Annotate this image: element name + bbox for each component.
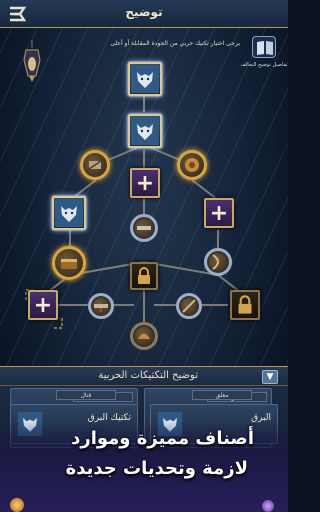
axe-item-icon [182,299,196,313]
sword-item-icon [94,304,108,312]
tactics-panel-title: توضيح التكتيكات الحربية [98,370,198,381]
gem-icon [262,500,274,512]
tactic-node-5[interactable] [177,150,207,180]
tactic-node-plus-1[interactable]: + [130,168,160,198]
tactic-node-plus-2[interactable]: + [204,198,234,228]
lock-icon [138,267,150,284]
tactic-node-locked-2[interactable] [230,290,260,320]
card-status-badge: قتال [56,390,116,400]
card-status-badge: مغلق [192,390,252,400]
collapse-button[interactable]: ▼ [262,370,278,384]
plus-icon: + [33,293,53,318]
chest-item-icon [61,259,77,269]
weapon-item-icon [137,226,151,230]
shield-item-icon [185,158,199,172]
gem-icon [10,498,24,512]
tactic-node-6[interactable] [52,196,86,230]
wolf-emblem-icon [55,199,83,227]
tactic-node-14[interactable] [176,293,202,319]
lock-icon [238,295,252,314]
tactics-panel-header: توضيح التكتيكات الحربية ▼ [0,366,288,386]
promo-headline-1: أصناف مميزة وموارد [71,428,254,449]
scroll-item-icon [88,160,102,170]
wolf-emblem-icon [131,65,159,93]
tactic-node-locked-1[interactable] [130,262,158,290]
wolf-emblem-icon [131,117,159,145]
plus-icon: + [209,201,229,226]
plus-icon: + [135,171,155,196]
tactic-node-13[interactable] [88,293,114,319]
promo-headline-2: لازمة وتحديات جديدة [65,458,248,479]
tactic-node-11[interactable] [204,248,232,276]
bow-item-icon [212,254,219,270]
tactic-node-16[interactable] [130,322,158,350]
tactic-node-2[interactable] [128,114,162,148]
helmet-item-icon [138,333,150,339]
tactic-node-1[interactable] [128,62,162,96]
tactic-node-3[interactable] [80,150,110,180]
chevron-down-icon: ▼ [266,372,274,382]
tactic-node-plus-3[interactable]: + [28,290,58,320]
tactic-node-9[interactable] [52,246,86,280]
tactic-node-7[interactable] [130,214,158,242]
